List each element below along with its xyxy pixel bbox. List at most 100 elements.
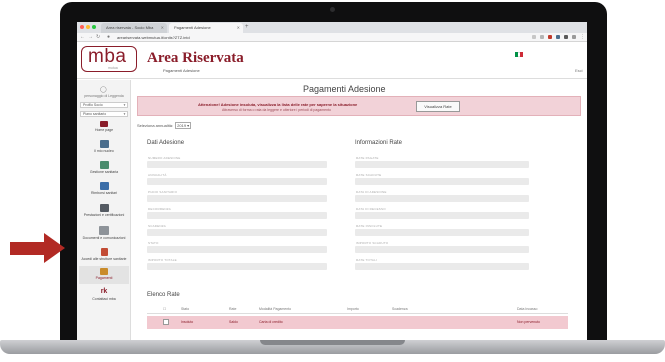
column-header: Importo xyxy=(347,307,359,311)
extension-icon[interactable] xyxy=(556,35,560,39)
total-installments-field xyxy=(355,263,529,270)
header-divider xyxy=(77,78,587,79)
pointer-arrow-icon xyxy=(10,242,45,255)
annuality-label: Seleziona annualità: xyxy=(137,123,174,128)
hospital-icon xyxy=(100,248,108,256)
status-field xyxy=(147,246,327,253)
column-header: Rate xyxy=(229,307,237,311)
profile-select[interactable]: Profilo Socio ▼ xyxy=(80,102,128,108)
extension-icon[interactable] xyxy=(540,35,544,39)
annuality-select[interactable]: 2019 ▾ xyxy=(175,122,192,129)
cell-rate: Saldo xyxy=(229,320,238,324)
annuality-field xyxy=(147,178,327,185)
page-header-title: Area Riservata xyxy=(147,50,244,66)
italian-flag-icon[interactable] xyxy=(515,52,524,57)
field-label: ANNUALITÀ xyxy=(148,173,167,177)
unpaid-installments-field xyxy=(355,229,529,236)
home-icon xyxy=(100,121,108,127)
field-label: SCADENZA xyxy=(148,224,166,228)
plan-select[interactable]: Piano sanitario ▼ xyxy=(80,111,128,117)
cell-payment-method: Carta di credito xyxy=(259,320,283,324)
tab-pagamenti[interactable]: Pagamenti Adesione ✕ xyxy=(169,23,243,33)
start-date-field xyxy=(147,212,327,219)
field-label: IMPORTO SCADUTO xyxy=(356,241,389,245)
field-label: DECORRENZA xyxy=(148,207,172,211)
table-row[interactable]: Insoluto Saldo Carta di credito Non perv… xyxy=(147,316,568,329)
column-header: Modalità Pagamento xyxy=(259,307,292,311)
chevron-down-icon: ▼ xyxy=(123,103,126,107)
insolvency-alert: Attenzione! Adesione insoluta, visualizz… xyxy=(137,96,581,116)
exit-link[interactable]: Esci xyxy=(575,68,583,73)
payments-icon xyxy=(100,268,108,275)
contact-icon: rk xyxy=(100,288,108,295)
user-icon: ◯ xyxy=(100,87,107,93)
total-amount-field xyxy=(147,263,327,270)
tab-area-riservata[interactable]: Area riservata - Socio Mba ✕ xyxy=(101,23,167,33)
extension-icon[interactable] xyxy=(572,35,576,39)
extension-icon[interactable] xyxy=(564,35,568,39)
sidebar-item-label: Il mio nucleo xyxy=(94,149,114,153)
url-text[interactable]: areariservata.webmutua.it/ontis?ZTZ.intd xyxy=(117,34,190,41)
membership-section-title: Dati Adesione xyxy=(147,140,185,146)
sidebar-item-contattaci[interactable]: rk Contattaci mba xyxy=(79,288,129,301)
sidebar-item-prestazioni[interactable]: Prestazioni e certificazioni xyxy=(79,204,129,217)
withdrawal-date-field xyxy=(355,212,529,219)
select-all-checkbox[interactable]: ☐ xyxy=(163,307,166,311)
sidebar-item-home[interactable]: Home page xyxy=(79,121,129,132)
sidebar-item-label: Prestazioni e certificazioni xyxy=(83,213,125,217)
certificate-icon xyxy=(99,204,109,212)
forward-icon[interactable]: → xyxy=(88,34,93,41)
minimize-window-icon[interactable] xyxy=(86,25,90,29)
menu-icon[interactable]: ⋮ xyxy=(580,34,585,41)
annuality-row: Seleziona annualità: 2019 ▾ xyxy=(137,122,192,129)
sidebar-item-pagamenti[interactable]: Pagamenti xyxy=(79,266,129,284)
cell-status: Insoluto xyxy=(181,320,194,324)
new-tab-icon[interactable]: + xyxy=(245,23,249,32)
cell-collection-date: Non pervenuto xyxy=(517,320,540,324)
paid-installments-field xyxy=(355,161,529,168)
documents-icon xyxy=(99,226,109,235)
tab-title: Area riservata - Socio Mba xyxy=(106,25,154,30)
health-plan-field xyxy=(147,195,327,202)
tab-title: Pagamenti Adesione xyxy=(174,25,211,30)
field-label: DATA DI ADESIONE xyxy=(356,190,387,194)
back-icon[interactable]: ← xyxy=(80,34,85,41)
column-header: Stato xyxy=(181,307,190,311)
reload-icon[interactable]: ↻ xyxy=(96,34,100,41)
sidebar: ◯ personaggio di Leggenda Profilo Socio ▼… xyxy=(77,80,131,340)
sidebar-item-nucleo[interactable]: Il mio nucleo xyxy=(79,140,129,153)
logo-text: mba xyxy=(88,46,127,67)
lock-icon: ● xyxy=(107,34,111,40)
field-label: RATE TOTALI xyxy=(356,258,377,262)
user-name: personaggio di Leggenda xyxy=(84,94,124,98)
sidebar-item-documenti[interactable]: Documenti e comunicazioni xyxy=(79,226,129,240)
alert-detail: Attraverso di forma o rata da leggere e … xyxy=(222,108,331,112)
sidebar-item-label: Contattaci mba xyxy=(92,297,116,301)
close-tab-icon[interactable]: ✕ xyxy=(161,23,164,33)
webcam-icon xyxy=(330,7,335,12)
maximize-window-icon[interactable] xyxy=(92,25,96,29)
expired-amount-field xyxy=(355,246,529,253)
close-tab-icon[interactable]: ✕ xyxy=(237,23,240,33)
table-header: ☐ Stato Rate Modalità Pagamento Importo … xyxy=(147,306,568,314)
sidebar-item-label: Home page xyxy=(94,128,114,132)
close-window-icon[interactable] xyxy=(80,25,84,29)
expired-installments-field xyxy=(355,178,529,185)
sidebar-item-rimborsi[interactable]: Rimborsi sanitari xyxy=(79,182,129,195)
tab-bar: Area riservata - Socio Mba ✕ Pagamenti A… xyxy=(77,22,587,33)
field-label: PIANO SANITARIO xyxy=(148,190,178,194)
alert-message: Attenzione! Adesione insoluta, visualizz… xyxy=(198,102,358,107)
column-header: Scadenza xyxy=(392,307,408,311)
row-checkbox[interactable] xyxy=(163,319,169,325)
sidebar-item-strutture[interactable]: Accedi alle strutture sanitarie xyxy=(79,248,129,261)
extension-icon[interactable] xyxy=(532,35,536,39)
view-installments-button[interactable]: Visualizza Rate xyxy=(416,101,460,112)
stage: Area riservata - Socio Mba ✕ Pagamenti A… xyxy=(0,0,665,362)
pointer-arrow-head-icon xyxy=(44,233,65,263)
mba-logo[interactable]: mba mutua xyxy=(81,46,137,72)
sidebar-item-label: Gestione sanitaria xyxy=(89,170,119,174)
sidebar-item-gestione-sanitaria[interactable]: Gestione sanitaria xyxy=(79,161,129,174)
extension-icon[interactable] xyxy=(548,35,552,39)
page-title: Pagamenti Adesione xyxy=(303,84,386,94)
installments-info-section-title: Informazioni Rate xyxy=(355,140,403,146)
